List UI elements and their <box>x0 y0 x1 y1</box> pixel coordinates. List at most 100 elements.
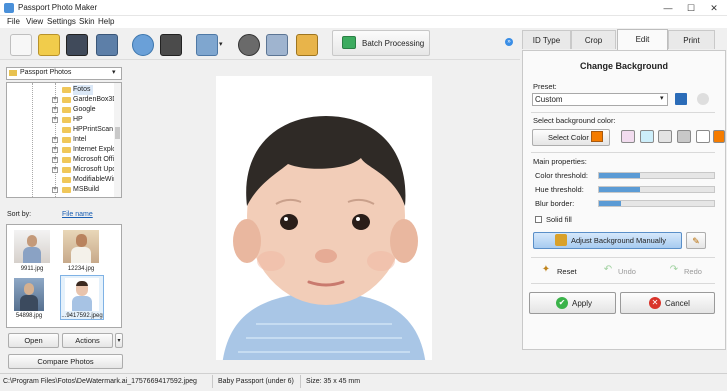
tree-item[interactable]: Intel <box>73 135 114 145</box>
status-file-path: C:\Program Files\Fotos\DeWatermark.ai_17… <box>3 378 197 385</box>
tree-item[interactable]: MSBuild <box>73 185 114 195</box>
close-button[interactable]: ✕ <box>703 2 725 14</box>
reset-button[interactable]: Reset <box>557 267 577 276</box>
color-swatch-pink[interactable] <box>621 130 635 143</box>
slider-fill <box>599 173 641 178</box>
chevron-down-icon: ▾ <box>112 69 116 76</box>
tree-item[interactable]: HP <box>73 115 114 125</box>
thumbnail-image[interactable] <box>14 278 44 311</box>
scanner-icon[interactable] <box>196 34 218 56</box>
color-swatch-white[interactable] <box>696 130 710 143</box>
hue-threshold-slider[interactable] <box>598 186 715 193</box>
cancel-label: Cancel <box>665 299 690 308</box>
batch-icon <box>342 36 356 49</box>
camera-icon[interactable] <box>160 34 182 56</box>
menu-view[interactable]: View <box>26 17 43 26</box>
reset-icon[interactable]: ✦ <box>540 264 552 276</box>
folder-icon <box>9 70 17 76</box>
color-threshold-label: Color threshold: <box>535 171 588 180</box>
passport-photo[interactable] <box>216 76 432 360</box>
tab-edit[interactable]: Edit <box>617 29 668 50</box>
minimize-button[interactable]: — <box>657 2 679 14</box>
thumbnail-image[interactable] <box>63 230 99 263</box>
expand-icon[interactable]: + <box>52 157 58 163</box>
color-swatch-light-blue[interactable] <box>640 130 654 143</box>
film-icon[interactable] <box>238 34 260 56</box>
status-size: Size: 35 x 45 mm <box>306 378 361 385</box>
sort-by-link[interactable]: File name <box>62 211 93 218</box>
user-icon[interactable] <box>132 34 154 56</box>
brush-icon[interactable]: ✎ <box>686 232 706 249</box>
compare-photos-button[interactable]: Compare Photos <box>8 354 123 369</box>
expand-icon[interactable]: + <box>52 137 58 143</box>
undo-button[interactable]: Undo <box>618 267 636 276</box>
expand-icon[interactable]: + <box>52 147 58 153</box>
divider <box>531 257 715 258</box>
color-swatch-light-gray[interactable] <box>658 130 672 143</box>
print-icon[interactable] <box>96 34 118 56</box>
divider <box>531 283 715 284</box>
menu-settings[interactable]: Settings <box>47 17 76 26</box>
actions-dropdown-icon[interactable]: ▾ <box>115 333 123 348</box>
expand-icon[interactable]: + <box>52 107 58 113</box>
folder-icon <box>62 117 71 123</box>
maximize-button[interactable]: ☐ <box>680 2 702 14</box>
tree-item[interactable]: HPPrintScan <box>73 125 114 135</box>
blur-border-slider[interactable] <box>598 200 715 207</box>
expand-icon[interactable]: + <box>52 117 58 123</box>
hue-threshold-label: Hue threshold: <box>535 185 584 194</box>
tree-item[interactable]: Microsoft Update <box>73 165 114 175</box>
tree-guide-line <box>32 83 33 197</box>
tree-scrollbar-thumb[interactable] <box>115 127 120 139</box>
sort-label: Sort by: <box>7 211 32 218</box>
tab-print[interactable]: Print <box>668 30 715 49</box>
check-icon: ✔ <box>556 297 568 309</box>
tree-item-fotos[interactable]: Fotos <box>73 85 93 95</box>
delete-preset-icon[interactable] <box>697 93 709 105</box>
thumbnail-image[interactable] <box>14 230 50 263</box>
tree-item[interactable]: Google <box>73 105 114 115</box>
tree-item[interactable]: Microsoft Office <box>73 155 114 165</box>
expand-icon[interactable]: + <box>52 167 58 173</box>
tree-scrollbar[interactable] <box>114 83 121 197</box>
slider-fill <box>599 201 621 206</box>
color-swatch-gray[interactable] <box>677 130 691 143</box>
new-icon[interactable] <box>10 34 32 56</box>
tree-item[interactable]: Internet Explorer <box>73 145 114 155</box>
actions-button[interactable]: Actions <box>62 333 113 348</box>
tab-id-type[interactable]: ID Type <box>522 30 571 49</box>
editor-icon[interactable] <box>266 34 288 56</box>
save-icon[interactable] <box>66 34 88 56</box>
palette-icon <box>555 234 567 246</box>
folder-icon <box>62 157 71 163</box>
folder-icon <box>62 187 71 193</box>
apply-label: Apply <box>572 299 593 308</box>
title-bar <box>0 0 727 16</box>
color-threshold-slider[interactable] <box>598 172 715 179</box>
panel-title: Change Background <box>579 61 668 71</box>
thumbnail-label: 54898.jpg <box>15 313 43 319</box>
double-chevron-icon[interactable]: » <box>505 38 513 46</box>
solid-fill-checkbox[interactable] <box>535 216 542 223</box>
menu-file[interactable]: File <box>7 17 20 26</box>
expand-icon[interactable]: + <box>52 97 58 103</box>
expand-icon[interactable]: + <box>52 187 58 193</box>
save-preset-icon[interactable] <box>675 93 687 105</box>
status-document-type: Baby Passport (under 6) <box>218 378 294 385</box>
menu-help[interactable]: Help <box>98 17 114 26</box>
batch-processing-label: Batch Processing <box>362 39 425 48</box>
menu-skin[interactable]: Skin <box>79 17 95 26</box>
baby-photo-illustration <box>222 116 426 360</box>
tree-item[interactable]: GardenBox3D <box>73 95 114 105</box>
color-swatch-orange[interactable] <box>713 130 725 143</box>
tree-item[interactable]: ModifiableWindows <box>73 175 114 185</box>
open-button[interactable]: Open <box>8 333 59 348</box>
open-icon[interactable] <box>38 34 60 56</box>
tab-crop[interactable]: Crop <box>571 30 616 49</box>
undo-icon: ↶ <box>603 264 613 275</box>
redo-button[interactable]: Redo <box>684 267 702 276</box>
thumbnail-image[interactable] <box>65 278 99 311</box>
stamp-icon[interactable] <box>296 34 318 56</box>
selected-color-swatch <box>591 131 603 142</box>
chevron-down-icon[interactable]: ▾ <box>219 40 223 48</box>
